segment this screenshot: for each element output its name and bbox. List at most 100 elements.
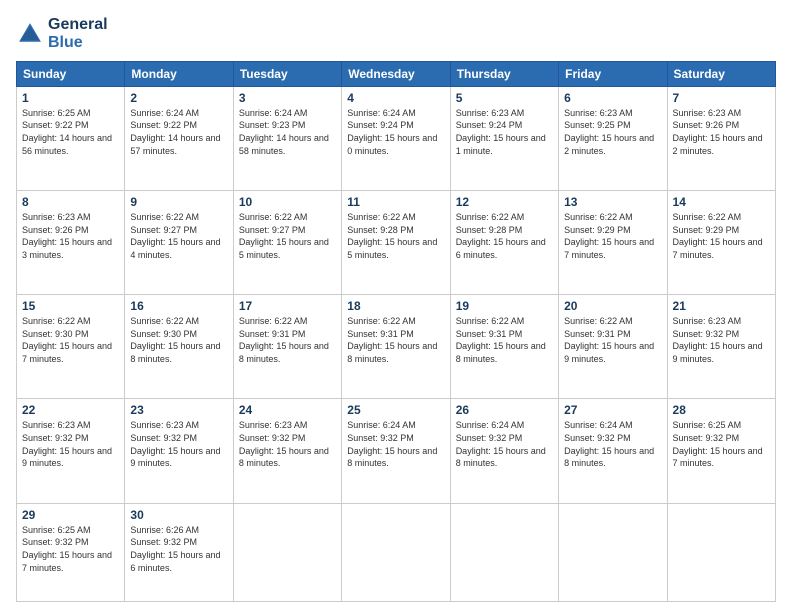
cell-info: Sunrise: 6:22 AM Sunset: 9:30 PM Dayligh… [130, 315, 227, 365]
calendar-cell: 5 Sunrise: 6:23 AM Sunset: 9:24 PM Dayli… [450, 86, 558, 190]
day-number: 16 [130, 299, 227, 313]
cell-info: Sunrise: 6:22 AM Sunset: 9:31 PM Dayligh… [564, 315, 661, 365]
day-header-tuesday: Tuesday [233, 61, 341, 86]
cell-info: Sunrise: 6:24 AM Sunset: 9:32 PM Dayligh… [456, 419, 553, 469]
day-header-wednesday: Wednesday [342, 61, 450, 86]
logo-text: General Blue [48, 16, 108, 53]
day-number: 28 [673, 403, 770, 417]
calendar-cell [667, 503, 775, 601]
calendar-cell: 6 Sunrise: 6:23 AM Sunset: 9:25 PM Dayli… [559, 86, 667, 190]
day-number: 21 [673, 299, 770, 313]
cell-info: Sunrise: 6:23 AM Sunset: 9:26 PM Dayligh… [673, 107, 770, 157]
calendar-cell [450, 503, 558, 601]
calendar-cell [342, 503, 450, 601]
cell-info: Sunrise: 6:22 AM Sunset: 9:31 PM Dayligh… [456, 315, 553, 365]
calendar-cell: 20 Sunrise: 6:22 AM Sunset: 9:31 PM Dayl… [559, 295, 667, 399]
day-number: 10 [239, 195, 336, 209]
cell-info: Sunrise: 6:24 AM Sunset: 9:32 PM Dayligh… [564, 419, 661, 469]
day-number: 24 [239, 403, 336, 417]
logo-icon [16, 20, 44, 48]
day-number: 19 [456, 299, 553, 313]
cell-info: Sunrise: 6:23 AM Sunset: 9:26 PM Dayligh… [22, 211, 119, 261]
day-number: 8 [22, 195, 119, 209]
day-number: 13 [564, 195, 661, 209]
calendar-cell: 26 Sunrise: 6:24 AM Sunset: 9:32 PM Dayl… [450, 399, 558, 503]
day-number: 27 [564, 403, 661, 417]
calendar-cell: 8 Sunrise: 6:23 AM Sunset: 9:26 PM Dayli… [17, 191, 125, 295]
logo: General Blue [16, 16, 108, 53]
calendar-cell: 24 Sunrise: 6:23 AM Sunset: 9:32 PM Dayl… [233, 399, 341, 503]
day-number: 4 [347, 91, 444, 105]
calendar-cell: 16 Sunrise: 6:22 AM Sunset: 9:30 PM Dayl… [125, 295, 233, 399]
cell-info: Sunrise: 6:25 AM Sunset: 9:32 PM Dayligh… [673, 419, 770, 469]
cell-info: Sunrise: 6:22 AM Sunset: 9:31 PM Dayligh… [239, 315, 336, 365]
cell-info: Sunrise: 6:24 AM Sunset: 9:32 PM Dayligh… [347, 419, 444, 469]
day-number: 1 [22, 91, 119, 105]
calendar-cell: 23 Sunrise: 6:23 AM Sunset: 9:32 PM Dayl… [125, 399, 233, 503]
day-number: 15 [22, 299, 119, 313]
cell-info: Sunrise: 6:25 AM Sunset: 9:32 PM Dayligh… [22, 524, 119, 574]
day-number: 20 [564, 299, 661, 313]
day-number: 14 [673, 195, 770, 209]
cell-info: Sunrise: 6:22 AM Sunset: 9:28 PM Dayligh… [347, 211, 444, 261]
day-number: 11 [347, 195, 444, 209]
page-container: General Blue SundayMondayTuesdayWednesda… [0, 0, 792, 612]
calendar-cell [233, 503, 341, 601]
cell-info: Sunrise: 6:22 AM Sunset: 9:29 PM Dayligh… [564, 211, 661, 261]
day-number: 12 [456, 195, 553, 209]
day-number: 5 [456, 91, 553, 105]
calendar-cell: 2 Sunrise: 6:24 AM Sunset: 9:22 PM Dayli… [125, 86, 233, 190]
day-number: 18 [347, 299, 444, 313]
cell-info: Sunrise: 6:25 AM Sunset: 9:22 PM Dayligh… [22, 107, 119, 157]
day-header-sunday: Sunday [17, 61, 125, 86]
cell-info: Sunrise: 6:22 AM Sunset: 9:31 PM Dayligh… [347, 315, 444, 365]
cell-info: Sunrise: 6:24 AM Sunset: 9:22 PM Dayligh… [130, 107, 227, 157]
cell-info: Sunrise: 6:24 AM Sunset: 9:23 PM Dayligh… [239, 107, 336, 157]
day-number: 29 [22, 508, 119, 522]
day-number: 23 [130, 403, 227, 417]
cell-info: Sunrise: 6:22 AM Sunset: 9:29 PM Dayligh… [673, 211, 770, 261]
calendar-cell: 7 Sunrise: 6:23 AM Sunset: 9:26 PM Dayli… [667, 86, 775, 190]
calendar-cell: 11 Sunrise: 6:22 AM Sunset: 9:28 PM Dayl… [342, 191, 450, 295]
calendar-table: SundayMondayTuesdayWednesdayThursdayFrid… [16, 61, 776, 602]
cell-info: Sunrise: 6:23 AM Sunset: 9:32 PM Dayligh… [673, 315, 770, 365]
cell-info: Sunrise: 6:22 AM Sunset: 9:27 PM Dayligh… [239, 211, 336, 261]
cell-info: Sunrise: 6:23 AM Sunset: 9:32 PM Dayligh… [22, 419, 119, 469]
day-number: 25 [347, 403, 444, 417]
calendar-cell: 15 Sunrise: 6:22 AM Sunset: 9:30 PM Dayl… [17, 295, 125, 399]
calendar-cell: 9 Sunrise: 6:22 AM Sunset: 9:27 PM Dayli… [125, 191, 233, 295]
day-header-monday: Monday [125, 61, 233, 86]
calendar-cell: 17 Sunrise: 6:22 AM Sunset: 9:31 PM Dayl… [233, 295, 341, 399]
calendar-cell: 22 Sunrise: 6:23 AM Sunset: 9:32 PM Dayl… [17, 399, 125, 503]
day-number: 30 [130, 508, 227, 522]
day-header-friday: Friday [559, 61, 667, 86]
calendar-cell: 21 Sunrise: 6:23 AM Sunset: 9:32 PM Dayl… [667, 295, 775, 399]
day-number: 7 [673, 91, 770, 105]
day-number: 2 [130, 91, 227, 105]
header: General Blue [16, 16, 776, 53]
day-number: 3 [239, 91, 336, 105]
calendar-cell [559, 503, 667, 601]
calendar-cell: 13 Sunrise: 6:22 AM Sunset: 9:29 PM Dayl… [559, 191, 667, 295]
calendar-cell: 1 Sunrise: 6:25 AM Sunset: 9:22 PM Dayli… [17, 86, 125, 190]
day-number: 17 [239, 299, 336, 313]
day-number: 9 [130, 195, 227, 209]
day-number: 26 [456, 403, 553, 417]
calendar-cell: 14 Sunrise: 6:22 AM Sunset: 9:29 PM Dayl… [667, 191, 775, 295]
cell-info: Sunrise: 6:23 AM Sunset: 9:32 PM Dayligh… [239, 419, 336, 469]
calendar-cell: 12 Sunrise: 6:22 AM Sunset: 9:28 PM Dayl… [450, 191, 558, 295]
cell-info: Sunrise: 6:26 AM Sunset: 9:32 PM Dayligh… [130, 524, 227, 574]
calendar-cell: 4 Sunrise: 6:24 AM Sunset: 9:24 PM Dayli… [342, 86, 450, 190]
calendar-cell: 10 Sunrise: 6:22 AM Sunset: 9:27 PM Dayl… [233, 191, 341, 295]
calendar-cell: 25 Sunrise: 6:24 AM Sunset: 9:32 PM Dayl… [342, 399, 450, 503]
day-header-thursday: Thursday [450, 61, 558, 86]
day-header-saturday: Saturday [667, 61, 775, 86]
calendar-cell: 18 Sunrise: 6:22 AM Sunset: 9:31 PM Dayl… [342, 295, 450, 399]
day-number: 6 [564, 91, 661, 105]
calendar-cell: 30 Sunrise: 6:26 AM Sunset: 9:32 PM Dayl… [125, 503, 233, 601]
calendar-cell: 29 Sunrise: 6:25 AM Sunset: 9:32 PM Dayl… [17, 503, 125, 601]
calendar-cell: 3 Sunrise: 6:24 AM Sunset: 9:23 PM Dayli… [233, 86, 341, 190]
cell-info: Sunrise: 6:24 AM Sunset: 9:24 PM Dayligh… [347, 107, 444, 157]
day-number: 22 [22, 403, 119, 417]
cell-info: Sunrise: 6:23 AM Sunset: 9:24 PM Dayligh… [456, 107, 553, 157]
